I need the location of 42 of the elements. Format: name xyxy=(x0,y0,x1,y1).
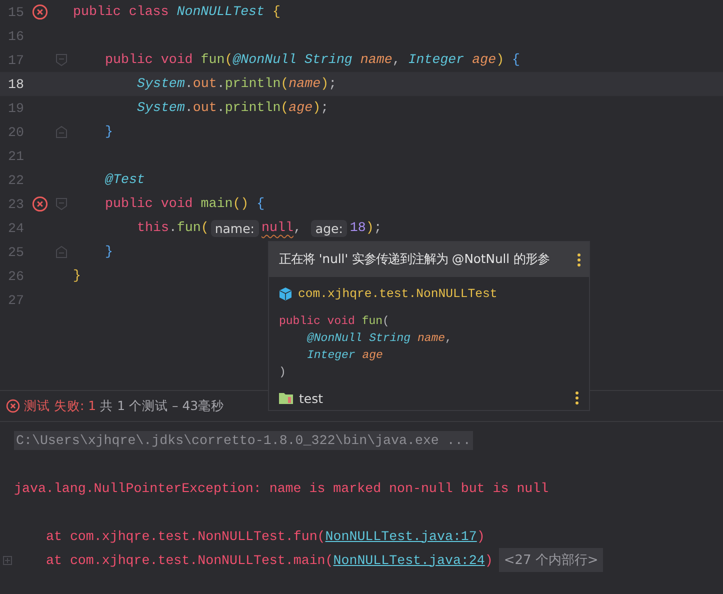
signature-text: public void fun( xyxy=(279,315,390,328)
code-text: System.out.println(name); xyxy=(137,75,337,93)
fold-icon[interactable] xyxy=(56,198,67,210)
exception-message: java.lang.NullPointerException: name is marked non-null but is null xyxy=(14,480,549,496)
source-link[interactable]: NonNULLTest.java:17 xyxy=(325,528,477,544)
fold-icon[interactable] xyxy=(56,54,67,66)
code-text: public void fun(@NonNull String name, Integer age) { xyxy=(105,51,520,69)
fold-icon[interactable] xyxy=(56,126,67,138)
line-number: 18 xyxy=(8,76,25,92)
parameter-hint: name: xyxy=(210,220,259,236)
code-text: null, xyxy=(262,219,302,237)
code-text: public void main() { xyxy=(105,195,265,213)
stack-trace-text: at com.xjhqre.test.NonNULLTest.fun( xyxy=(46,528,326,544)
error-icon xyxy=(6,399,20,413)
source-link[interactable]: NonNULLTest.java:24 xyxy=(333,552,485,568)
fold-icon[interactable] xyxy=(56,246,67,258)
signature-text: Integer age xyxy=(307,349,383,362)
stack-trace-text: ) xyxy=(484,552,493,568)
folder-icon xyxy=(279,392,293,404)
code-text: 18); xyxy=(350,219,382,237)
stack-trace-text: at com.xjhqre.test.NonNULLTest.main( xyxy=(46,552,334,568)
class-name[interactable]: com.xjhqre.test.NonNULLTest xyxy=(298,287,498,301)
cube-icon xyxy=(279,287,292,301)
test-summary: 共 1 个测试 – 43毫秒 xyxy=(100,398,224,414)
expand-icon[interactable] xyxy=(3,556,12,564)
module-name: test xyxy=(299,390,324,406)
parameter-hint: age: xyxy=(311,220,347,236)
code-text: this.fun( xyxy=(137,219,209,237)
collapsed-lines-badge[interactable]: <27 个内部行> xyxy=(498,548,604,572)
signature-text: @NonNull String name, xyxy=(307,332,452,345)
stack-trace-text: ) xyxy=(476,528,485,544)
code-text: } xyxy=(105,123,113,141)
code-text: public class NonNULLTest { xyxy=(73,3,280,21)
test-result: 测试 失败: 1 xyxy=(24,398,96,414)
more-options-icon[interactable] xyxy=(577,252,581,266)
code-text: } xyxy=(73,267,81,285)
signature-text: ) xyxy=(279,366,286,379)
more-options-icon[interactable] xyxy=(575,391,579,405)
code-text: } xyxy=(105,243,113,261)
code-text: System.out.println(age); xyxy=(137,99,329,117)
code-text: @Test xyxy=(105,171,145,189)
warning-message: 正在将 'null' 实参传递到注解为 @NotNull 的形参 xyxy=(279,251,550,268)
